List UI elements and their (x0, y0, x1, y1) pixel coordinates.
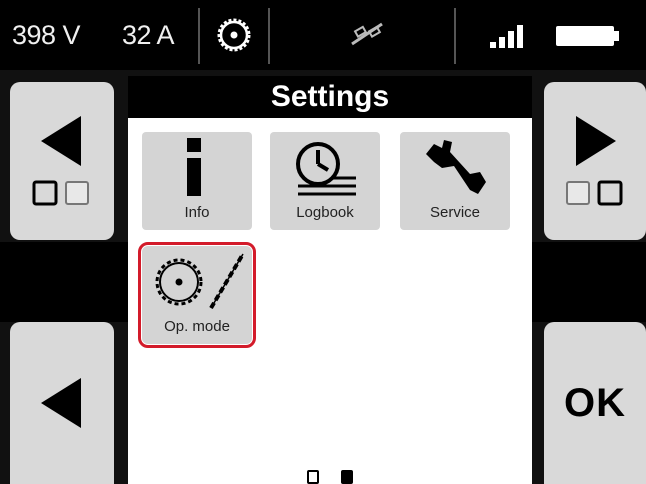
status-divider (198, 8, 200, 64)
status-divider (268, 8, 270, 64)
voltage-readout: 398 V (12, 19, 81, 50)
info-icon (142, 132, 252, 202)
tile-info[interactable]: Info (142, 132, 252, 230)
back-button[interactable] (10, 322, 114, 484)
next-page-button[interactable] (544, 82, 646, 240)
arrow-left-icon (41, 378, 81, 428)
link-icon (346, 0, 390, 70)
page-indicator-1 (307, 470, 319, 484)
op-mode-icon (142, 246, 252, 316)
side-divider (0, 242, 128, 322)
ok-label: OK (564, 380, 626, 425)
page-indicator-2 (341, 470, 353, 484)
tile-label: Logbook (296, 204, 354, 221)
battery-icon (554, 0, 620, 70)
tile-service[interactable]: Service (400, 132, 510, 230)
logbook-icon (270, 132, 380, 202)
side-divider (532, 242, 646, 322)
page-squares-icon (566, 180, 623, 206)
tile-label: Op. mode (164, 318, 230, 335)
current-readout: 32 A (122, 19, 175, 50)
ok-button[interactable]: OK (544, 322, 646, 484)
page-squares-icon (32, 180, 89, 206)
tile-op-mode[interactable]: Op. mode (138, 242, 256, 348)
arrow-right-icon (576, 116, 616, 166)
cog-icon (214, 0, 254, 70)
tile-logbook[interactable]: Logbook (270, 132, 380, 230)
signal-bars-icon (488, 0, 528, 70)
page-title: Settings (128, 76, 532, 118)
prev-page-button[interactable] (10, 82, 114, 240)
wrench-icon (400, 132, 510, 202)
status-bar: 398 V 32 A (0, 0, 646, 70)
tile-label: Service (429, 204, 481, 221)
tile-label: Info (184, 204, 210, 221)
status-divider (454, 8, 456, 64)
arrow-left-icon (41, 116, 81, 166)
